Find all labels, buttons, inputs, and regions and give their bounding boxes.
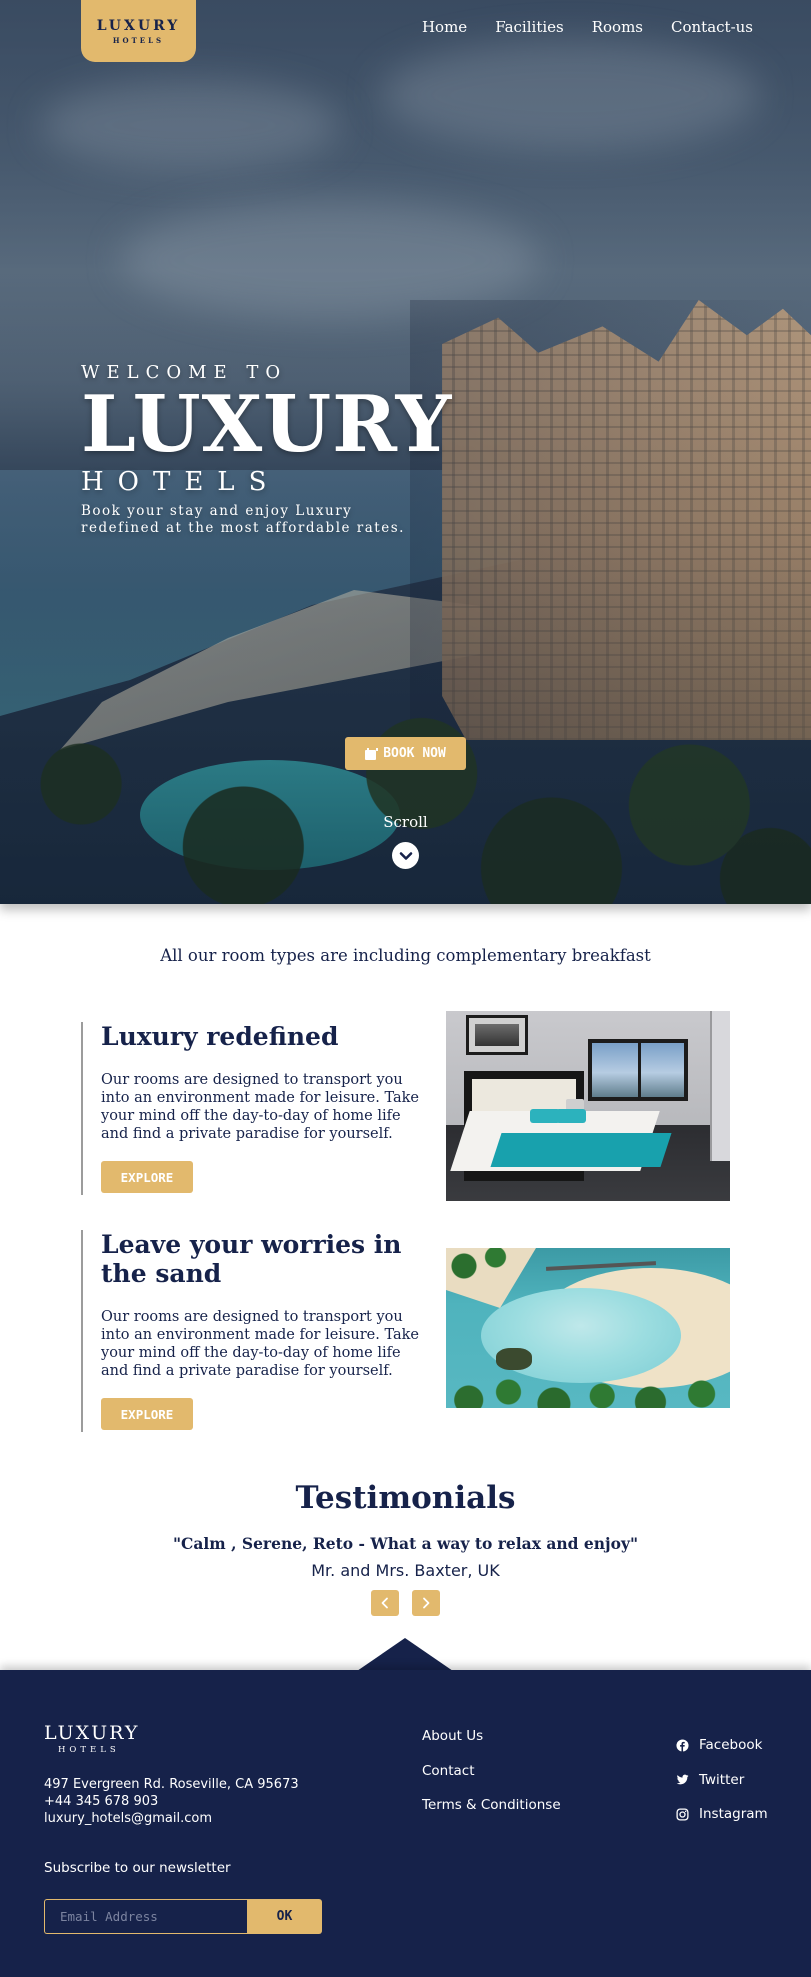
hero-cloud [380,40,760,150]
social-instagram[interactable]: Instagram [676,1797,768,1832]
footer-links: About Us Contact Terms & Conditionse [422,1728,561,1832]
book-now-button[interactable]: BOOK NOW [345,737,466,770]
next-testimonial-button[interactable] [412,1590,440,1616]
feature-text: Leave your worries in the sand Our rooms… [81,1230,421,1432]
beach-image [446,1248,730,1408]
newsletter-label: Subscribe to our newsletter [44,1860,231,1876]
twitter-icon [676,1774,689,1785]
feature-title: Luxury redefined [101,1022,339,1051]
hero-palm-trees [0,700,811,904]
prev-testimonial-button[interactable] [371,1590,399,1616]
logo-sub-text: HOTELS [112,35,165,45]
footer-social: Facebook Twitter Instagram [676,1728,768,1832]
hero-text: WELCOME TO LUXURY HOTELS Book your stay … [81,362,452,537]
testimonial-author: Mr. and Mrs. Baxter, UK [311,1561,500,1580]
explore-button[interactable]: EXPLORE [101,1398,193,1430]
footer-email: luxury_hotels@gmail.com [44,1811,212,1826]
nav-home[interactable]: Home [422,18,467,36]
testimonials-title: Testimonials [295,1480,516,1516]
logo[interactable]: LUXURY HOTELS [81,0,196,62]
nav-rooms[interactable]: Rooms [592,18,643,36]
feature-title: Leave your worries in the sand [101,1230,402,1288]
chevron-right-icon [423,1597,430,1609]
feature-card: Luxury redefined Our rooms are designed … [81,1011,731,1222]
social-facebook-label: Facebook [699,1737,763,1754]
logo-main-text: LUXURY [96,17,181,34]
feature-card: Leave your worries in the sand Our rooms… [81,1230,731,1432]
room-window [588,1039,688,1101]
bed-pillow [556,1109,586,1123]
nav-contact[interactable]: Contact-us [671,18,753,36]
footer-notch [357,1638,453,1671]
footer-link-terms[interactable]: Terms & Conditionse [422,1797,561,1832]
hero-subtitle: HOTELS [81,467,281,497]
breakfast-notice: All our room types are including complem… [160,946,651,965]
rock [496,1348,532,1370]
chevron-down-icon [399,851,412,860]
newsletter-ok-button[interactable]: OK [247,1899,322,1934]
room-image [446,1011,730,1201]
scroll-down-button[interactable] [392,842,419,869]
scroll-label: Scroll [383,813,428,831]
book-now-label: BOOK NOW [383,746,446,761]
hero-cloud [40,80,340,170]
footer-logo[interactable]: LUXURY HOTELS [44,1722,139,1755]
hero-hotel-shade [410,300,811,740]
newsletter-form: OK [44,1899,322,1934]
facebook-icon [676,1739,689,1752]
instagram-icon [676,1808,689,1821]
footer-address: 497 Evergreen Rd. Roseville, CA 95673 [44,1777,299,1792]
footer-link-about[interactable]: About Us [422,1728,561,1763]
hero-title: LUXURY [81,379,453,470]
social-twitter[interactable]: Twitter [676,1763,768,1798]
nav-facilities[interactable]: Facilities [495,18,564,36]
footer: LUXURY HOTELS 497 Evergreen Rd. Rosevill… [0,1670,811,1977]
hero-tagline: Book your stay and enjoy Luxury redefine… [81,503,405,536]
footer-logo-sub: HOTELS [58,1745,120,1755]
footer-contact-info: 497 Evergreen Rd. Roseville, CA 95673 +4… [44,1776,299,1827]
feature-description: Our rooms are designed to transport you … [101,1072,420,1142]
footer-phone: +44 345 678 903 [44,1794,159,1809]
explore-button[interactable]: EXPLORE [101,1161,193,1193]
social-twitter-label: Twitter [699,1771,745,1788]
social-facebook[interactable]: Facebook [676,1728,768,1763]
chevron-left-icon [381,1597,388,1609]
hero-section: LUXURY HOTELS Home Facilities Rooms Cont… [0,0,811,904]
main-nav: Home Facilities Rooms Contact-us [422,18,753,36]
testimonial-quote: "Calm , Serene, Reto - What a way to rel… [172,1534,639,1553]
feature-description: Our rooms are designed to transport you … [101,1309,420,1379]
footer-link-contact[interactable]: Contact [422,1763,561,1798]
footer-logo-main: LUXURY [44,1722,140,1744]
palm-trees [446,1368,730,1408]
feature-text: Luxury redefined Our rooms are designed … [81,1022,421,1195]
social-instagram-label: Instagram [699,1806,768,1823]
bed-runner [490,1133,672,1167]
newsletter-email-input[interactable] [44,1899,247,1934]
room-door [710,1011,730,1161]
calendar-icon [365,747,379,760]
wall-art [466,1015,528,1055]
